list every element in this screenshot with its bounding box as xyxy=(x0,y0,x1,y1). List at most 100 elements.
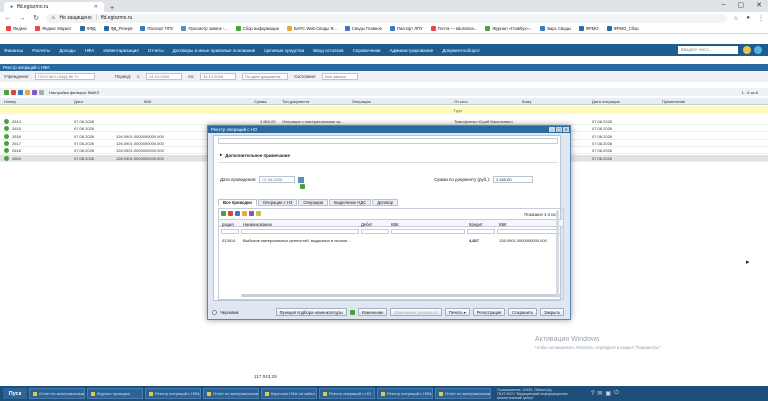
bookmark-item[interactable]: Паспорт ППУ xyxy=(140,26,173,31)
star-icon[interactable]: ☆ xyxy=(733,15,738,22)
register-button[interactable]: Регистрация xyxy=(472,308,506,316)
grid-column-header[interactable]: Кредит xyxy=(469,222,483,227)
taskbar-item[interactable]: Реестр операций с НФА xyxy=(145,388,201,399)
edit-icon[interactable] xyxy=(18,89,23,95)
delete-icon[interactable] xyxy=(11,89,16,95)
menu-item[interactable]: Целевые средства xyxy=(264,48,304,53)
bookmark-item[interactable]: Журнал «Главбух»... xyxy=(485,26,532,31)
column-header[interactable]: Дата операции xyxy=(592,99,620,104)
menu-item[interactable]: Отчеты xyxy=(148,48,164,53)
browser-tab[interactable]: ● ffd.egiszmo.ru ✕ xyxy=(4,2,104,12)
bookmark-item[interactable]: Почта — talusmina... xyxy=(430,26,477,31)
menu-item[interactable]: Ввод остатков xyxy=(313,48,343,53)
taskbar-item[interactable]: Карточка НФА на забал... xyxy=(261,388,317,399)
copy-icon[interactable] xyxy=(25,89,30,95)
column-header[interactable]: Операция xyxy=(352,99,371,104)
new-tab-icon[interactable]: + xyxy=(110,5,114,12)
column-header[interactable]: Номер xyxy=(4,99,16,104)
table-row[interactable]: 013914 Выбытие материальных ценностей, в… xyxy=(219,237,563,244)
modal-maximize-icon[interactable]: ▢ xyxy=(556,127,562,132)
profile-icon[interactable]: ● xyxy=(746,15,750,22)
bookmark-item[interactable]: Просмотр заявок -... xyxy=(181,26,228,31)
reload-icon[interactable]: ↻ xyxy=(32,14,40,22)
bookmark-item[interactable]: ФД_Резерв xyxy=(103,26,132,31)
bookmark-item[interactable]: Своды Главное xyxy=(344,26,382,31)
menu-item[interactable]: НФА xyxy=(85,48,95,53)
print-button[interactable]: Печать ▾ xyxy=(444,308,470,316)
taskbar-item[interactable]: Отчет по материальным запа... xyxy=(29,388,85,399)
grid-column-header[interactable]: КБК xyxy=(499,222,507,227)
menu-item[interactable]: Справочники xyxy=(353,48,381,53)
filter-cell[interactable] xyxy=(241,229,359,234)
modal-minimize-icon[interactable]: – xyxy=(549,127,555,132)
taskbar-item[interactable]: Реестр операций с НО xyxy=(319,388,375,399)
table-row[interactable]: 2614 07.08.2026 4 860,00 Операция с материа… xyxy=(0,118,768,125)
close-window-icon[interactable]: ✕ xyxy=(756,1,762,9)
draft-checkbox[interactable] xyxy=(212,309,217,315)
menu-item[interactable]: Инвентаризация xyxy=(103,48,138,53)
help-icon[interactable] xyxy=(743,46,751,54)
taskbar-item[interactable]: Журнал проводок xyxy=(87,388,143,399)
maximize-icon[interactable]: ▢ xyxy=(738,1,745,9)
column-header[interactable]: Тип документа xyxy=(282,99,309,104)
taskbar-item[interactable]: Отчет по материальным запа... xyxy=(435,388,491,399)
tab-3[interactable]: Операции xyxy=(298,199,328,206)
column-header[interactable]: Кому xyxy=(522,99,531,104)
tab-2[interactable]: Операции с НЗ xyxy=(257,199,298,206)
grid-edit-icon[interactable] xyxy=(235,211,240,216)
close-button[interactable]: Закрыть xyxy=(540,308,565,316)
calendar-icon[interactable] xyxy=(298,176,305,183)
back-icon[interactable]: ← xyxy=(4,15,12,22)
grid-column-header[interactable]: Наименование xyxy=(243,222,272,227)
filter-cell[interactable] xyxy=(391,229,465,234)
bookmark-item[interactable]: Паспорт ЛПУ xyxy=(389,26,423,31)
grid-column-header[interactable]: Дебет xyxy=(361,222,373,227)
settings-icon[interactable] xyxy=(39,89,44,95)
vertical-scrollbar[interactable] xyxy=(556,210,559,298)
tab-5[interactable]: Договор xyxy=(372,199,399,206)
refresh-icon[interactable] xyxy=(32,89,37,95)
taskbar-item[interactable]: Реестр операций с НФА xyxy=(377,388,433,399)
column-header[interactable]: КБК xyxy=(144,99,151,104)
column-header[interactable]: От кого xyxy=(454,99,468,104)
menu-item[interactable]: Доходы xyxy=(59,48,75,53)
sum-field[interactable]: 2 460,00 xyxy=(493,176,534,183)
app-search-input[interactable]: Введите текст... xyxy=(678,46,738,54)
bookmark-item[interactable]: БАРС.Web-Своды Я... xyxy=(286,26,337,31)
grid-delete-icon[interactable] xyxy=(228,211,233,216)
forward-icon[interactable]: → xyxy=(18,15,26,22)
grid-add-icon[interactable] xyxy=(221,211,226,216)
date-field[interactable]: 07.08.2026 xyxy=(259,176,296,183)
taskbar-item[interactable]: Отчет по материальным запасам xyxy=(203,388,259,399)
column-header[interactable]: Сумма xyxy=(254,99,267,104)
back-grid-filter-row[interactable]: Груз xyxy=(0,106,768,114)
menu-item[interactable]: Администрирование xyxy=(389,48,433,53)
bookmark-item[interactable]: ФРМО xyxy=(578,26,599,31)
note-field[interactable] xyxy=(218,138,558,144)
tab-1[interactable]: Все проводки xyxy=(218,199,257,206)
date-mode-select[interactable]: По дате документа xyxy=(242,73,289,80)
bookmark-item[interactable]: ФРМО_Сбор xyxy=(606,26,639,31)
filter-cell[interactable] xyxy=(467,229,495,234)
grid-copy-icon[interactable] xyxy=(242,211,247,216)
modal-close-icon[interactable]: ✕ xyxy=(563,127,569,132)
state-select[interactable]: Все записи xyxy=(322,73,359,80)
close-tab-icon[interactable]: ✕ xyxy=(94,4,98,10)
window-icon[interactable]: ▣ xyxy=(605,390,611,397)
grid-settings-icon[interactable] xyxy=(256,211,261,216)
bookmark-item[interactable]: Яндекс xyxy=(6,26,27,31)
filter-cell[interactable] xyxy=(497,229,561,234)
to-date-field[interactable]: 31.12.2026 xyxy=(200,73,237,80)
bookmark-item[interactable]: Барс Своды xyxy=(540,26,571,31)
attach-icon[interactable] xyxy=(349,309,355,315)
url-field[interactable]: ⚠ Не защищено | ffd.egiszmo.ru xyxy=(46,13,727,23)
tab-4[interactable]: Выделение НДС xyxy=(329,199,372,206)
mail-icon[interactable]: ✉ xyxy=(597,390,602,397)
menu-item[interactable]: Финансы xyxy=(4,48,23,53)
bookmark-item[interactable]: Сбор информации xyxy=(235,26,279,31)
column-header[interactable]: Дата xyxy=(74,99,83,104)
menu-item[interactable]: Расчеты xyxy=(32,48,50,53)
logout-icon[interactable]: ⏻ xyxy=(614,390,619,397)
from-date-field[interactable]: 01.01.2026 xyxy=(146,73,183,80)
change-button[interactable]: Изменение xyxy=(357,308,388,316)
